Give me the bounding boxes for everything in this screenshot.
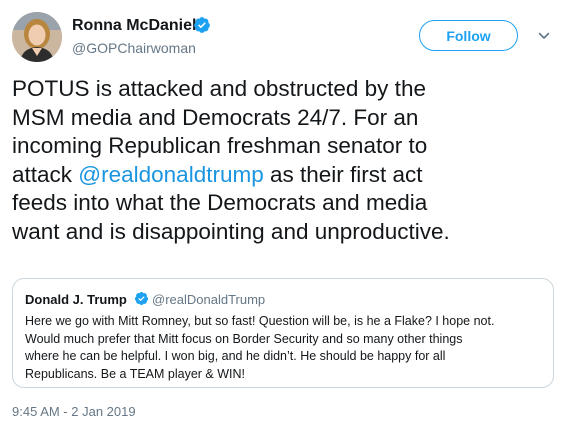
verified-badge-icon xyxy=(134,291,149,306)
quoted-author-name[interactable]: Donald J. Trump xyxy=(25,292,127,307)
quoted-tweet[interactable]: Donald J. Trump @realDonaldTrump Here we… xyxy=(12,278,554,388)
chevron-down-icon[interactable] xyxy=(538,30,550,42)
author-handle[interactable]: @GOPChairwoman xyxy=(72,40,196,56)
mention-link[interactable]: @realdonaldtrump xyxy=(78,162,263,187)
verified-badge-icon xyxy=(194,17,210,33)
tweet-card: Ronna McDaniel @GOPChairwoman Follow POT… xyxy=(0,0,562,429)
avatar[interactable] xyxy=(12,12,62,62)
follow-button[interactable]: Follow xyxy=(419,20,518,51)
quoted-tweet-text: Here we go with Mitt Romney, but so fast… xyxy=(25,314,495,381)
author-name[interactable]: Ronna McDaniel xyxy=(72,17,196,35)
tweet-text: POTUS is attacked and obstructed by the … xyxy=(12,75,552,246)
tweet-timestamp[interactable]: 9:45 AM - 2 Jan 2019 xyxy=(12,404,136,419)
quoted-author-handle[interactable]: @realDonaldTrump xyxy=(152,292,265,307)
